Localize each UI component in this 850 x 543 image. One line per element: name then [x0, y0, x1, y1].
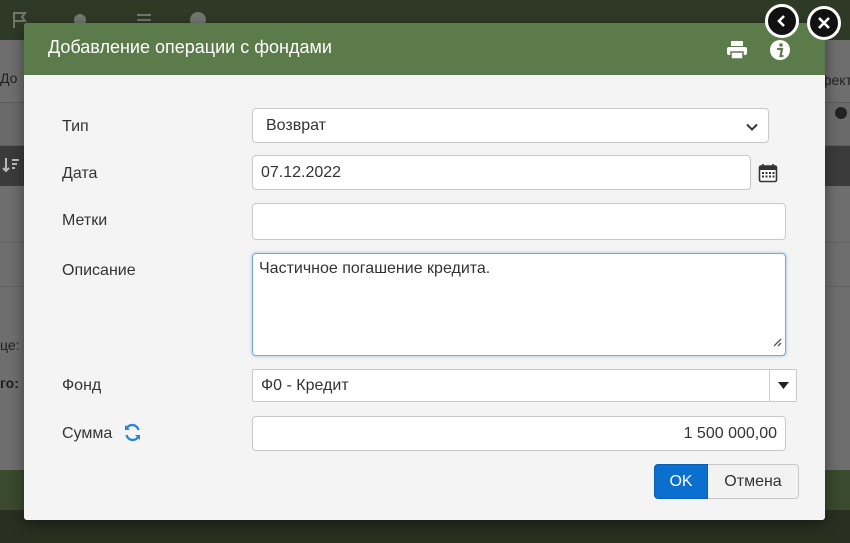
fund-operation-dialog: Добавление операции с фондами Тип Возвра… [24, 23, 825, 520]
resize-handle-icon[interactable] [772, 334, 782, 352]
description-field[interactable]: Частичное погашение кредита. [252, 253, 786, 356]
amount-field[interactable] [252, 416, 786, 451]
description-label: Описание [62, 262, 136, 279]
amount-input[interactable] [253, 417, 785, 450]
calendar-icon[interactable] [758, 163, 778, 188]
date-input[interactable] [253, 156, 750, 189]
info-icon[interactable] [769, 39, 791, 61]
chevron-left-icon [777, 15, 785, 27]
background-label: го: [0, 375, 19, 391]
cancel-button[interactable]: Отмена [708, 464, 799, 499]
background-label: До [0, 70, 18, 86]
print-icon[interactable] [726, 39, 748, 61]
ok-button[interactable]: OK [654, 464, 708, 499]
tags-label: Метки [62, 212, 108, 229]
back-button[interactable] [765, 4, 799, 38]
amount-label: Сумма [62, 425, 113, 442]
type-select-value: Возврат [266, 116, 326, 134]
date-field[interactable] [252, 155, 751, 190]
close-icon [818, 17, 830, 29]
refresh-icon[interactable] [123, 423, 142, 447]
tags-field[interactable] [252, 203, 786, 240]
chevron-down-icon [746, 120, 758, 138]
type-select[interactable]: Возврат [252, 108, 769, 143]
close-button[interactable] [807, 6, 841, 40]
dialog-header: Добавление операции с фондами [24, 23, 825, 75]
background-label: це: [0, 337, 20, 353]
fund-combobox-value: Ф0 - Кредит [261, 376, 349, 394]
fund-dropdown-button[interactable] [769, 370, 796, 401]
type-label: Тип [62, 118, 89, 135]
fund-combobox[interactable]: Ф0 - Кредит [252, 369, 797, 402]
tags-input[interactable] [253, 204, 785, 239]
pie-chart-icon [834, 106, 848, 125]
date-label: Дата [62, 165, 98, 182]
fund-label: Фонд [62, 377, 102, 394]
caret-down-icon [777, 382, 789, 389]
dialog-title: Добавление операции с фондами [48, 37, 332, 57]
sort-icon [2, 156, 20, 179]
description-textarea[interactable]: Частичное погашение кредита. [253, 254, 785, 355]
